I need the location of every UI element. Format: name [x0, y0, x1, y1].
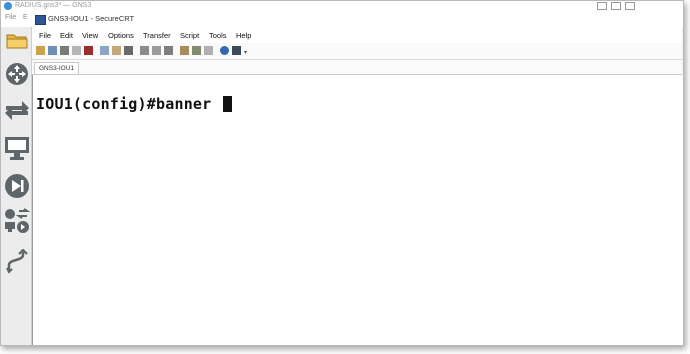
paste-icon[interactable] — [112, 46, 121, 55]
disconnect-icon[interactable] — [84, 46, 93, 55]
terminal-area[interactable]: IOU1(config)#banner — [32, 75, 683, 345]
gns3-menu-edit[interactable]: E — [23, 14, 28, 21]
tab-gns3-iou1[interactable]: GNS3-IOU1 — [34, 62, 80, 74]
securecrt-app-icon — [35, 15, 46, 25]
connect-tab-icon[interactable] — [60, 46, 69, 55]
close-button[interactable] — [625, 2, 635, 10]
terminal-line: IOU1(config)#banner — [36, 95, 232, 113]
terminal-text: IOU1(config)#banner — [36, 95, 221, 113]
menu-view[interactable]: View — [82, 31, 98, 40]
key-icon[interactable] — [204, 46, 213, 55]
copy-icon[interactable] — [100, 46, 109, 55]
print-screen-icon[interactable] — [164, 46, 173, 55]
gns3-app-icon — [4, 2, 12, 10]
toolbar: ▾ — [32, 43, 682, 60]
terminal-cursor — [222, 96, 232, 112]
reconnect-icon[interactable] — [72, 46, 81, 55]
menu-transfer[interactable]: Transfer — [143, 31, 171, 40]
securecrt-window-title: GNS3-IOU1 - SecureCRT — [48, 14, 135, 23]
gns3-window-title: RADIUS.gns3* — GNS3 — [15, 2, 92, 9]
print-icon[interactable] — [140, 46, 149, 55]
menu-script[interactable]: Script — [180, 31, 199, 40]
find-icon[interactable] — [124, 46, 133, 55]
menu-options[interactable]: Options — [108, 31, 134, 40]
global-options-icon[interactable] — [192, 46, 201, 55]
play-icon[interactable] — [4, 173, 30, 199]
quick-connect-icon[interactable] — [48, 46, 57, 55]
window-controls — [597, 1, 677, 11]
connect-icon[interactable] — [36, 46, 45, 55]
switch-icon[interactable] — [4, 97, 30, 123]
link-icon[interactable] — [4, 249, 30, 275]
gns3-menu-file[interactable]: File — [5, 14, 16, 21]
gns3-title-bar: RADIUS.gns3* — GNS3 — [1, 1, 683, 11]
router-icon[interactable] — [4, 61, 30, 87]
help-icon[interactable] — [220, 46, 229, 55]
print-selection-icon[interactable] — [152, 46, 161, 55]
all-devices-icon[interactable] — [4, 208, 30, 234]
securecrt-title-bar: File E GNS3-IOU1 - SecureCRT — [1, 11, 683, 27]
toolbar-overflow-icon[interactable]: ▾ — [244, 49, 247, 56]
menu-edit[interactable]: Edit — [60, 31, 73, 40]
app-window: RADIUS.gns3* — GNS3 File E GNS3-IOU1 - S… — [0, 0, 684, 346]
session-options-icon[interactable] — [180, 46, 189, 55]
maximize-button[interactable] — [611, 2, 621, 10]
gns3-device-toolbar — [1, 27, 32, 345]
session-tab-bar: GNS3-IOU1 — [32, 60, 682, 75]
end-device-icon[interactable] — [4, 135, 30, 161]
menu-help[interactable]: Help — [236, 31, 251, 40]
securecrt-window: File Edit View Options Transfer Script T… — [32, 27, 683, 345]
open-project-icon[interactable] — [4, 27, 30, 53]
menu-tools[interactable]: Tools — [209, 31, 227, 40]
minimize-button[interactable] — [597, 2, 607, 10]
map-icon[interactable] — [232, 46, 241, 55]
menu-file[interactable]: File — [39, 31, 51, 40]
